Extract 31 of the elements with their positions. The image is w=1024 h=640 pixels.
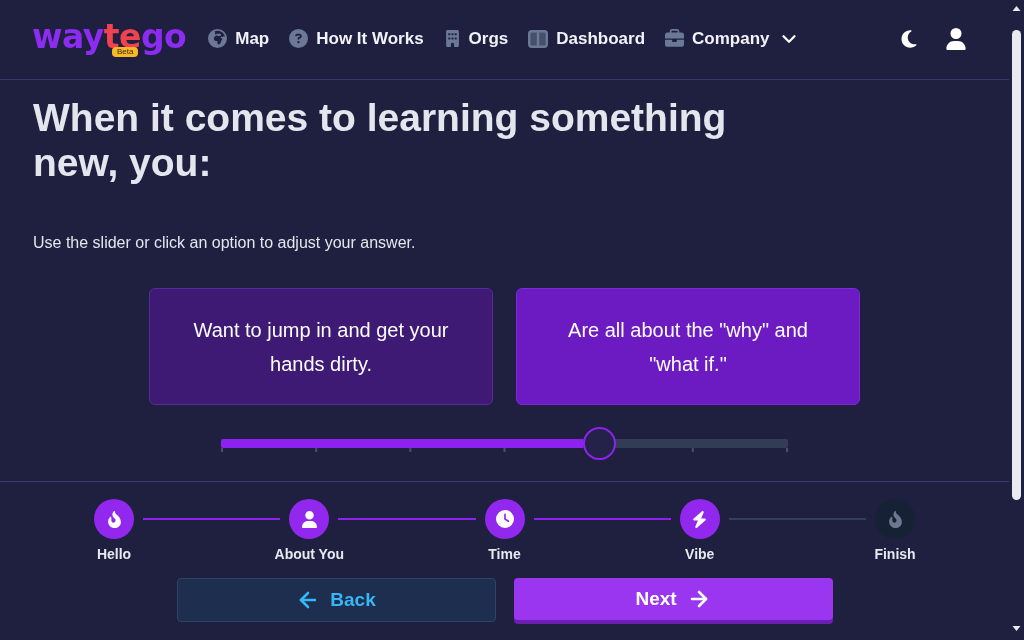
lightning-icon bbox=[691, 510, 709, 528]
step-label: Vibe bbox=[685, 545, 715, 563]
instruction-text: Use the slider or click an option to adjust your answer. bbox=[33, 233, 417, 253]
step-label: Time bbox=[488, 545, 521, 563]
step-label: About You bbox=[274, 545, 344, 563]
clock-icon bbox=[495, 510, 514, 528]
user-icon bbox=[300, 510, 318, 528]
moon-icon bbox=[899, 28, 919, 49]
flame-icon bbox=[105, 510, 123, 528]
step-label: Finish bbox=[874, 545, 916, 563]
answer-option[interactable]: Are all about the "why" and "what if." bbox=[516, 288, 860, 405]
slider-handle[interactable] bbox=[583, 427, 617, 460]
step-label: Hello bbox=[96, 545, 132, 563]
user-icon bbox=[945, 27, 967, 50]
nav-link[interactable]: Orgs bbox=[443, 28, 509, 49]
back-button[interactable]: Back bbox=[176, 578, 496, 622]
nav-dropdown[interactable]: Company bbox=[665, 27, 800, 50]
nav-link[interactable]: How It Works bbox=[289, 28, 424, 49]
help-icon bbox=[289, 29, 309, 48]
globe-icon bbox=[208, 29, 228, 48]
building-icon bbox=[443, 30, 461, 47]
columns-icon bbox=[528, 29, 549, 48]
nav-link[interactable]: Map bbox=[208, 28, 270, 49]
answer-option[interactable]: Want to jump in and get your hands dirty. bbox=[149, 288, 493, 405]
nav-link[interactable]: Dashboard bbox=[528, 28, 646, 49]
briefcase-icon bbox=[665, 29, 685, 48]
flame-icon bbox=[886, 510, 904, 528]
account-button[interactable] bbox=[945, 27, 967, 50]
slider-track[interactable] bbox=[221, 439, 788, 448]
dark-mode-toggle[interactable] bbox=[899, 28, 919, 49]
question-title: When it comes to learning something new, you: bbox=[33, 95, 728, 185]
